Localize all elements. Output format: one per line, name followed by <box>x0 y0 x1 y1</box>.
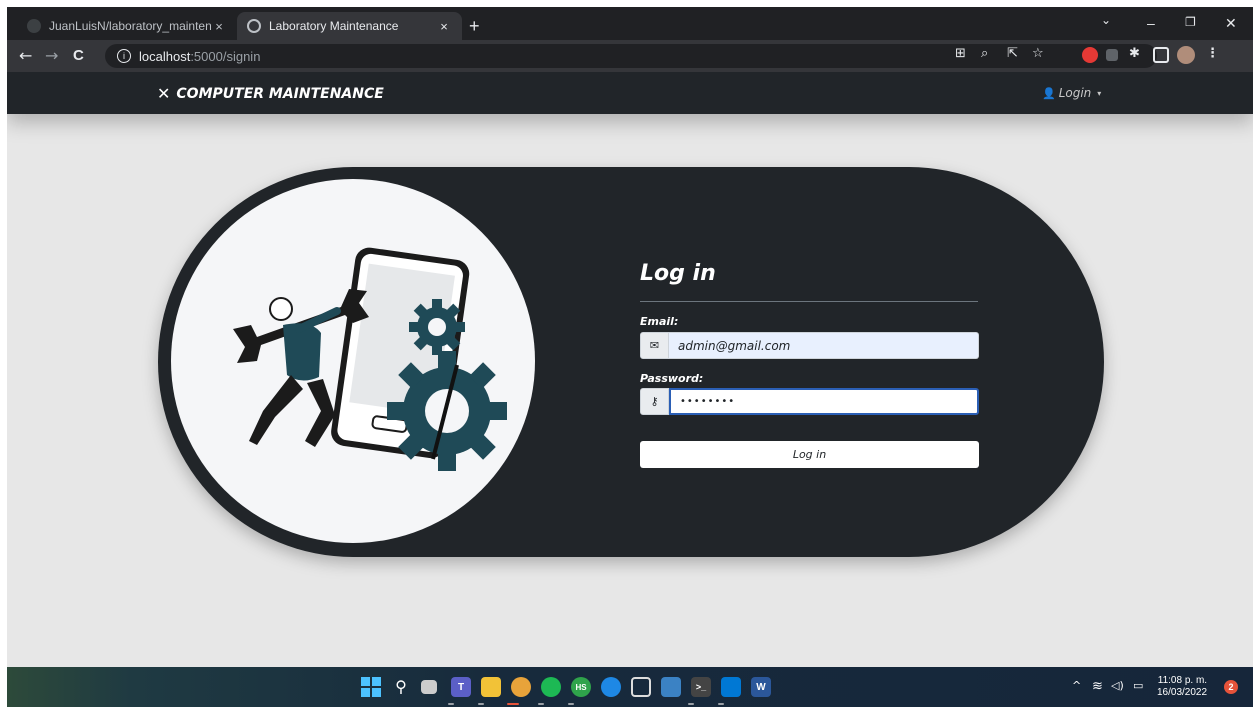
translate-icon[interactable]: ⊞ <box>955 46 966 61</box>
running-indicator <box>688 703 694 705</box>
browser-toolbar: ← → C i localhost:5000/signin ⊞ ⌕ ⇱ ☆ ✱ … <box>7 40 1253 72</box>
site-navbar: ✕ COMPUTER MAINTENANCE 👤 Login ▾ <box>7 72 1253 114</box>
app-blue-icon[interactable] <box>601 677 621 697</box>
bookmark-star-icon[interactable]: ☆ <box>1032 46 1044 61</box>
clock-time: 11:08 p. m. <box>1157 675 1208 686</box>
close-window-button[interactable]: ✕ <box>1225 15 1237 32</box>
file-explorer-icon[interactable] <box>481 677 501 697</box>
restore-button[interactable]: ❐ <box>1185 15 1196 29</box>
tools-icon: ✕ <box>157 84 171 103</box>
windows-start-icon[interactable] <box>361 677 381 697</box>
wifi-icon[interactable]: ≋ <box>1092 679 1103 694</box>
volume-icon[interactable]: ◁) <box>1111 679 1124 692</box>
spotify-icon[interactable] <box>541 677 561 697</box>
task-view-icon[interactable] <box>421 680 437 694</box>
teams-icon[interactable]: T <box>451 677 471 697</box>
side-panel-icon[interactable] <box>1153 47 1169 63</box>
caret-down-icon: ▾ <box>1097 88 1102 98</box>
reload-button[interactable]: C <box>73 47 84 64</box>
github-favicon-icon <box>27 19 41 33</box>
terminal-icon[interactable]: >_ <box>691 677 711 697</box>
hotspot-shield-icon[interactable]: HS <box>571 677 591 697</box>
menu-kebab-icon[interactable]: ⋮ <box>1206 46 1219 61</box>
envelope-icon: ✉ <box>640 332 669 359</box>
illustration-circle <box>171 179 535 543</box>
extension-gray-icon[interactable] <box>1106 49 1118 61</box>
screen: JuanLuisN/laboratory_maintenan × Laborat… <box>7 0 1253 707</box>
new-tab-button[interactable]: + <box>469 16 480 37</box>
address-host: localhost <box>139 48 191 64</box>
address-path: :5000/signin <box>190 48 261 64</box>
windows-taskbar: ⚲ T HS >_ W ^ ≋ ◁) ▭ 11:08 p. m. 16/03/2… <box>7 667 1253 707</box>
profile-avatar-icon[interactable] <box>1177 46 1195 64</box>
search-icon[interactable]: ⚲ <box>391 677 411 697</box>
running-indicator <box>478 703 484 705</box>
email-input-group: ✉ <box>640 332 979 359</box>
virtualbox-icon[interactable] <box>631 677 651 697</box>
notification-badge[interactable]: 2 <box>1224 680 1238 694</box>
site-info-icon[interactable]: i <box>117 49 131 63</box>
photos-icon[interactable] <box>661 677 681 697</box>
tab-title: JuanLuisN/laboratory_maintenan <box>49 19 211 33</box>
tab-search-chevron-icon[interactable]: ⌄ <box>1101 13 1111 27</box>
login-title: Log in <box>640 261 716 286</box>
tab-title: Laboratory Maintenance <box>269 19 399 33</box>
brand-link[interactable]: ✕ COMPUTER MAINTENANCE <box>157 84 384 103</box>
maintenance-illustration <box>233 247 507 471</box>
battery-icon[interactable]: ▭ <box>1133 679 1143 692</box>
word-icon[interactable]: W <box>751 677 771 697</box>
browser-tab-github[interactable]: JuanLuisN/laboratory_maintenan × <box>17 12 237 40</box>
address-bar[interactable]: i localhost:5000/signin <box>105 44 1157 68</box>
tray-chevron-icon[interactable]: ^ <box>1072 679 1081 692</box>
user-icon: 👤 <box>1042 86 1056 100</box>
page: ✕ COMPUTER MAINTENANCE 👤 Login ▾ Log in … <box>7 72 1253 667</box>
clock-date: 16/03/2022 <box>1157 687 1208 698</box>
key-icon: ⚷ <box>640 388 669 415</box>
running-indicator <box>568 703 574 705</box>
browser-tab-laboratory[interactable]: Laboratory Maintenance × <box>237 12 462 40</box>
running-indicator <box>718 703 724 705</box>
back-button[interactable]: ← <box>19 46 32 65</box>
browser-tabbar: JuanLuisN/laboratory_maintenan × Laborat… <box>7 7 1253 40</box>
taskbar-clock[interactable]: 11:08 p. m. 16/03/2022 <box>1157 675 1207 699</box>
password-input[interactable] <box>669 388 979 415</box>
active-indicator <box>507 703 519 705</box>
login-card: Log in Email: ✉ Password: ⚷ Log in <box>158 167 1104 557</box>
tab-close-icon[interactable]: × <box>436 19 452 34</box>
extensions-puzzle-icon[interactable]: ✱ <box>1129 46 1140 61</box>
running-indicator <box>538 703 544 705</box>
running-indicator <box>448 703 454 705</box>
password-label: Password: <box>640 372 704 385</box>
zoom-icon[interactable]: ⌕ <box>981 46 988 61</box>
minimize-button[interactable]: – <box>1147 15 1155 31</box>
vscode-icon[interactable] <box>721 677 741 697</box>
title-divider <box>640 301 978 302</box>
email-input[interactable] <box>669 332 979 359</box>
brand-text: COMPUTER MAINTENANCE <box>176 85 384 102</box>
password-input-group: ⚷ <box>640 388 979 415</box>
forward-button[interactable]: → <box>45 46 58 65</box>
login-dropdown-label: Login <box>1058 86 1092 100</box>
login-dropdown[interactable]: 👤 Login ▾ <box>1042 86 1101 100</box>
tab-close-icon[interactable]: × <box>211 19 227 34</box>
share-icon[interactable]: ⇱ <box>1007 46 1018 61</box>
email-label: Email: <box>640 315 679 328</box>
extension-red-icon[interactable] <box>1082 47 1098 63</box>
login-submit-button[interactable]: Log in <box>640 441 979 468</box>
globe-favicon-icon <box>247 19 261 33</box>
chrome-icon[interactable] <box>511 677 531 697</box>
